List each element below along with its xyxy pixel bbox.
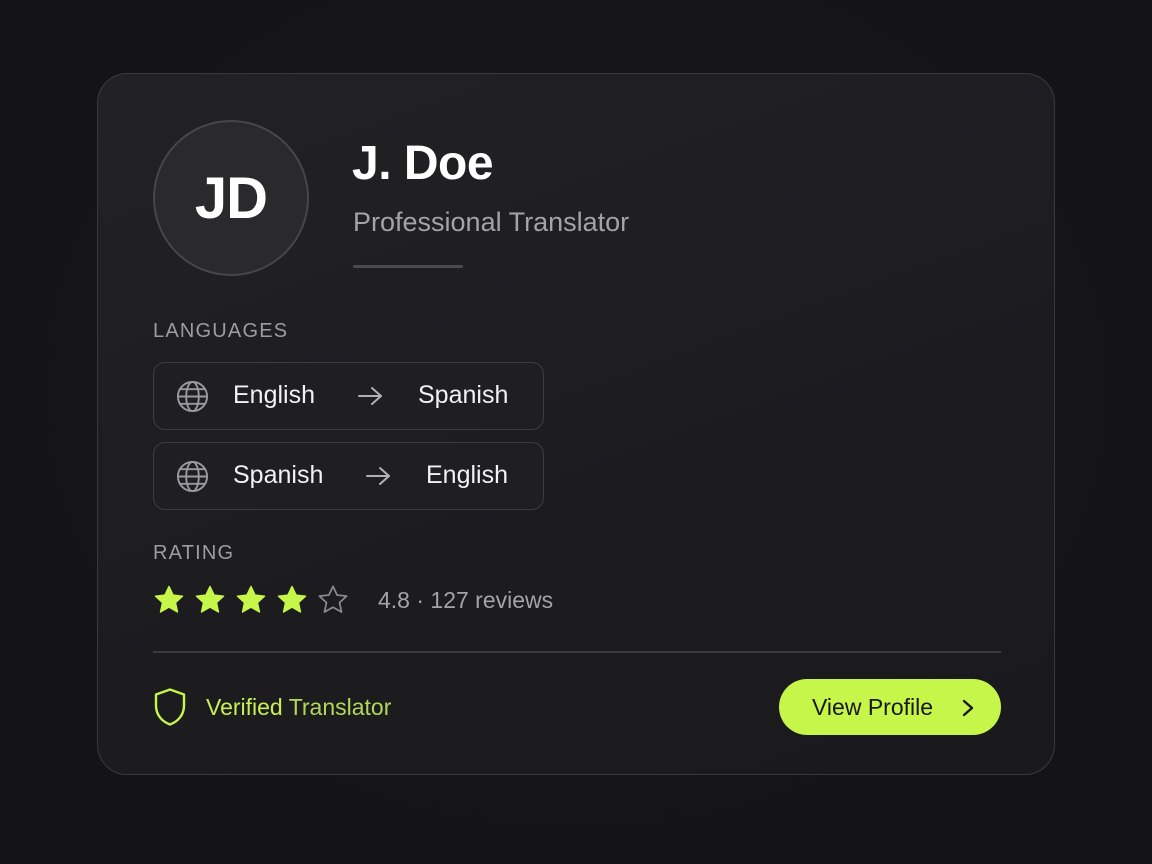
language-pair-2: Spanish English xyxy=(153,442,544,510)
view-profile-label: View Profile xyxy=(812,694,934,720)
rating-label: RATING xyxy=(153,542,235,564)
profile-role: Professional Translator xyxy=(353,207,630,237)
language-pair-1: English Spanish xyxy=(153,362,544,430)
language-to: Spanish xyxy=(418,381,509,409)
star-filled-icon xyxy=(154,585,184,613)
avatar-initials: JD xyxy=(194,165,268,231)
arrow-right-icon xyxy=(358,387,382,405)
translator-label: Translator xyxy=(288,694,392,720)
verified-label: Verified xyxy=(206,694,283,720)
arrow-right-icon xyxy=(366,467,390,485)
page-background: JD J. Doe Professional Translator LANGUA… xyxy=(0,0,1152,864)
profile-name: J. Doe xyxy=(352,137,494,190)
language-to: English xyxy=(426,461,508,489)
language-from: English xyxy=(233,381,315,409)
star-rating xyxy=(153,584,349,616)
star-empty-icon xyxy=(318,585,348,613)
name-divider xyxy=(353,265,463,268)
translator-profile-card: JD J. Doe Professional Translator LANGUA… xyxy=(97,73,1055,775)
footer-divider xyxy=(153,651,1001,653)
languages-label: LANGUAGES xyxy=(153,320,289,342)
star-filled-icon xyxy=(195,585,225,613)
star-filled-icon xyxy=(236,585,266,613)
globe-icon xyxy=(176,380,209,413)
view-profile-button[interactable]: View Profile xyxy=(779,679,1001,735)
globe-icon xyxy=(176,460,209,493)
shield-icon xyxy=(154,688,186,726)
rating-summary: 4.8 · 127 reviews xyxy=(378,587,554,613)
chevron-right-icon xyxy=(962,699,974,717)
star-filled-icon xyxy=(277,585,307,613)
verified-badge: Verified Translator xyxy=(206,694,391,721)
avatar: JD xyxy=(153,120,309,276)
language-from: Spanish xyxy=(233,461,324,489)
